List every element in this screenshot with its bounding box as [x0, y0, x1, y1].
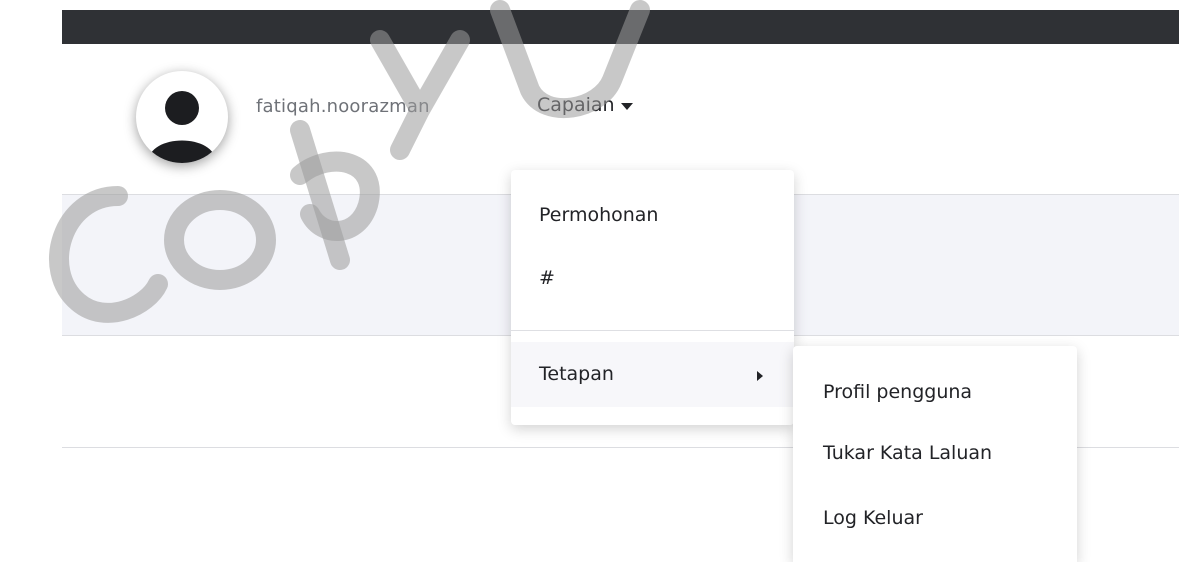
avatar[interactable] [136, 71, 228, 163]
username-label: fatiqah.noorazman [256, 96, 430, 117]
capaian-dropdown-menu: Permohonan # Tetapan [511, 170, 794, 425]
caret-right-icon [757, 371, 763, 381]
menu-item-hash[interactable]: # [539, 267, 555, 289]
submenu-item-profil-pengguna[interactable]: Profil pengguna [823, 381, 972, 403]
top-bar [62, 10, 1179, 44]
capaian-label: Capaian [537, 94, 615, 116]
tetapan-submenu: Profil pengguna Tukar Kata Laluan Log Ke… [793, 346, 1077, 562]
submenu-item-log-keluar[interactable]: Log Keluar [823, 507, 923, 529]
menu-divider [511, 330, 794, 331]
caret-down-icon [620, 102, 633, 110]
menu-item-permohonan[interactable]: Permohonan [539, 204, 658, 226]
submenu-item-tukar-kata-laluan[interactable]: Tukar Kata Laluan [823, 442, 992, 464]
menu-item-tetapan[interactable]: Tetapan [539, 363, 614, 385]
user-silhouette-icon [148, 91, 216, 163]
capaian-dropdown-toggle[interactable]: Capaian [537, 94, 633, 116]
